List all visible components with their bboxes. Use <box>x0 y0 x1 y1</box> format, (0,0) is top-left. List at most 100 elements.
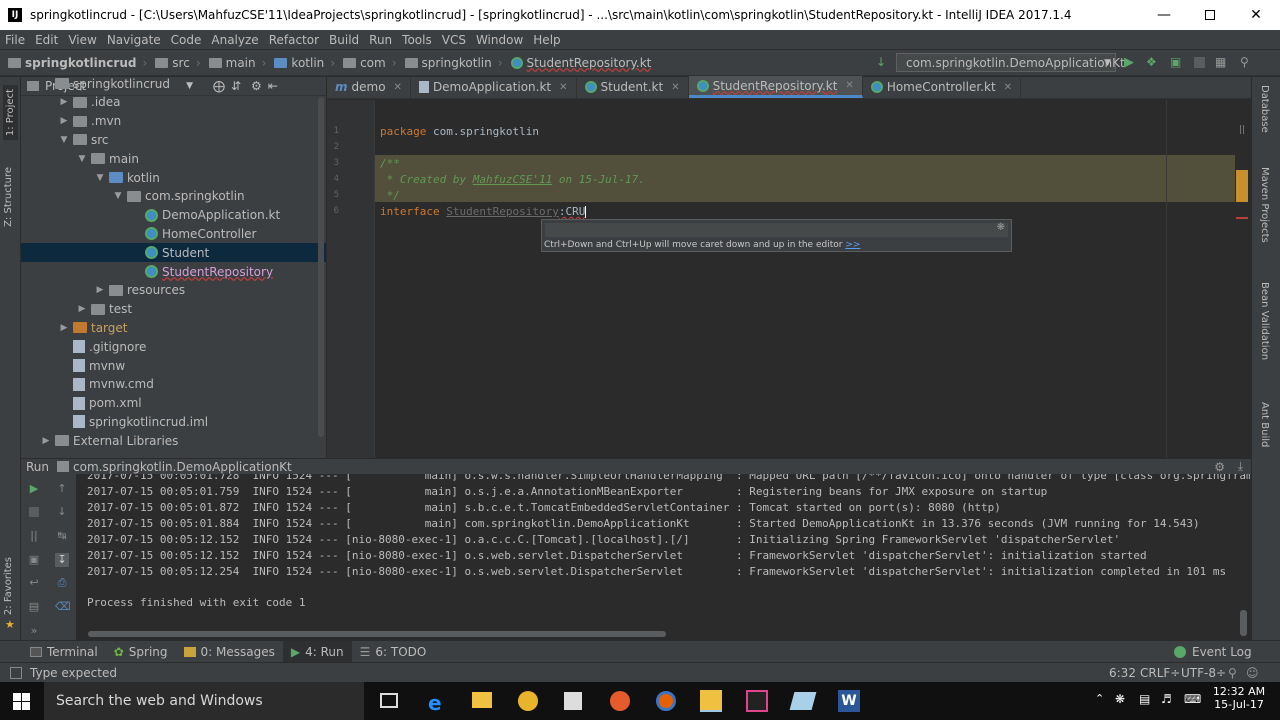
tab-favorites[interactable]: 2: Favorites <box>3 557 14 615</box>
menu-window[interactable]: Window <box>471 33 528 47</box>
tab-maven-projects[interactable]: Maven Projects <box>1259 167 1270 243</box>
tree-item[interactable]: ▶ External Libraries <box>21 431 326 450</box>
stop-icon[interactable] <box>29 507 39 517</box>
folder-app-icon[interactable] <box>700 690 722 712</box>
print-icon[interactable]: ⎙ <box>55 576 69 590</box>
media-player-icon[interactable] <box>610 691 630 711</box>
breadcrumb-kotlin[interactable]: kotlin › <box>270 56 339 70</box>
pause-icon[interactable]: || <box>27 529 41 543</box>
breadcrumb-springkotlin[interactable]: springkotlin › <box>401 56 507 70</box>
tree-item[interactable]: mvnw <box>21 356 326 375</box>
caret-position[interactable]: 6:32 <box>1109 666 1136 680</box>
tree-item[interactable]: ▼ src <box>21 130 326 149</box>
arrow-down-icon[interactable]: ↓ <box>55 505 69 519</box>
close-icon[interactable]: ✕ <box>559 82 567 93</box>
tree-item[interactable]: ▶ target <box>21 318 326 337</box>
tree-scrollbar[interactable] <box>318 97 324 437</box>
rerun-icon[interactable]: ▶ <box>27 482 41 496</box>
notepad-icon[interactable] <box>789 692 817 710</box>
line-separator[interactable]: CRLF÷ <box>1140 666 1180 680</box>
breadcrumb-file[interactable]: StudentRepository.kt <box>507 56 656 70</box>
tab-studentrepository[interactable]: StudentRepository.kt ✕ <box>688 76 863 98</box>
tab-messages[interactable]: 0: Messages <box>176 641 283 663</box>
tree-item[interactable]: ▶ .mvn <box>21 112 326 131</box>
tab-database[interactable]: Database <box>1259 85 1270 133</box>
tree-item[interactable]: ▼ main <box>21 149 326 168</box>
tab-bean-validation[interactable]: Bean Validation <box>1259 282 1270 360</box>
menu-vcs[interactable]: VCS <box>437 33 471 47</box>
completion-list[interactable] <box>545 223 1008 237</box>
run-panel-config-tab[interactable]: com.springkotlin.DemoApplicationKt <box>73 460 292 474</box>
maximize-icon[interactable] <box>1187 0 1233 30</box>
tree-item[interactable]: DemoApplication.kt <box>21 206 326 225</box>
clock[interactable]: 12:32 AM 15-Jul-17 <box>1212 685 1266 711</box>
menu-file[interactable]: File <box>0 33 30 47</box>
tree-item[interactable]: ▶ .idea <box>21 93 326 112</box>
menu-view[interactable]: View <box>63 33 101 47</box>
breadcrumb-com[interactable]: com › <box>339 56 400 70</box>
firefox-icon[interactable] <box>656 691 676 711</box>
tree-item[interactable]: .gitignore <box>21 337 326 356</box>
expanded-arrow-icon[interactable]: ▼ <box>113 191 123 201</box>
intellij-taskbar-icon[interactable] <box>746 690 768 712</box>
collapsed-arrow-icon[interactable]: ▶ <box>59 97 69 107</box>
expanded-arrow-icon[interactable]: ▼ <box>95 173 105 183</box>
run-configuration-select[interactable]: com.springkotlin.DemoApplicationKt ▼ <box>896 53 1125 72</box>
file-explorer-icon[interactable] <box>472 692 492 708</box>
stop-icon[interactable] <box>1194 57 1205 68</box>
tree-item[interactable]: ▶ test <box>21 300 326 319</box>
language-icon[interactable]: ❋ <box>1115 692 1125 706</box>
inspector-icon[interactable]: ☺ <box>1246 666 1259 680</box>
project-structure-icon[interactable]: ▦ <box>1215 55 1229 69</box>
minimize-icon[interactable]: — <box>1141 0 1187 30</box>
collapsed-arrow-icon[interactable]: ▶ <box>59 323 69 333</box>
build-icon[interactable]: ↓ <box>876 55 890 69</box>
app-icon[interactable] <box>518 691 538 711</box>
tab-homecontroller[interactable]: HomeController.kt ✕ <box>863 76 1022 98</box>
expanded-arrow-icon[interactable]: ▼ <box>59 135 69 145</box>
code-editor[interactable]: package com.springkotlin /** * Created b… <box>375 100 1251 458</box>
menu-refactor[interactable]: Refactor <box>264 33 324 47</box>
soft-wrap-icon[interactable]: ↹ <box>55 529 69 543</box>
tree-item[interactable]: pom.xml <box>21 394 326 413</box>
volume-icon[interactable]: ♬ <box>1161 692 1172 706</box>
menu-edit[interactable]: Edit <box>30 33 63 47</box>
console-vertical-scrollbar[interactable] <box>1240 610 1247 636</box>
close-icon[interactable]: ✕ <box>845 80 853 91</box>
tab-run[interactable]: ▶ 4: Run <box>282 640 352 663</box>
store-icon[interactable] <box>564 692 582 710</box>
task-view-icon[interactable] <box>380 693 398 708</box>
tab-project[interactable]: 1: Project <box>3 85 18 141</box>
menu-code[interactable]: Code <box>166 33 207 47</box>
chevron-up-icon[interactable]: ⌃ <box>1095 692 1104 705</box>
coverage-icon[interactable]: ▣ <box>1170 55 1184 69</box>
tab-terminal[interactable]: Terminal <box>22 641 106 663</box>
hide-icon[interactable]: ⤓ <box>1238 459 1243 474</box>
edge-icon[interactable]: e <box>428 691 442 715</box>
collapsed-arrow-icon[interactable]: ▶ <box>77 304 87 314</box>
hint-more-link[interactable]: >> <box>845 240 860 250</box>
tab-structure[interactable]: Z: Structure <box>3 167 14 227</box>
breadcrumb-main[interactable]: main › <box>205 56 271 70</box>
file-encoding[interactable]: UTF-8÷ <box>1181 666 1226 680</box>
tree-item[interactable]: mvnw.cmd <box>21 375 326 394</box>
tab-demoapplication[interactable]: DemoApplication.kt ✕ <box>411 76 577 98</box>
tree-item[interactable]: ▼ com.springkotlin <box>21 187 326 206</box>
lock-icon[interactable]: ⚲ <box>1228 666 1237 680</box>
menu-analyze[interactable]: Analyze <box>206 33 263 47</box>
debug-icon[interactable]: ❖ <box>1146 55 1160 69</box>
expanded-arrow-icon[interactable]: ▼ <box>77 154 87 164</box>
tree-item[interactable]: Student <box>21 243 326 263</box>
taskbar-search-box[interactable]: Search the web and Windows <box>44 682 364 720</box>
arrow-up-icon[interactable]: ↑ <box>55 482 69 496</box>
inspection-status-icon[interactable]: || <box>1239 125 1245 135</box>
menu-navigate[interactable]: Navigate <box>102 33 166 47</box>
tab-spring[interactable]: ✿ Spring <box>106 641 176 663</box>
tree-item[interactable]: ▼ kotlin <box>21 168 326 187</box>
word-icon[interactable]: W <box>838 690 860 712</box>
search-everywhere-icon[interactable]: ⚲ <box>1240 55 1254 69</box>
close-window-icon[interactable]: ✕ <box>1233 0 1279 30</box>
collapsed-arrow-icon[interactable]: ▶ <box>95 285 105 295</box>
collapsed-arrow-icon[interactable]: ▶ <box>41 436 51 446</box>
pin-icon[interactable]: ▤ <box>27 600 41 614</box>
